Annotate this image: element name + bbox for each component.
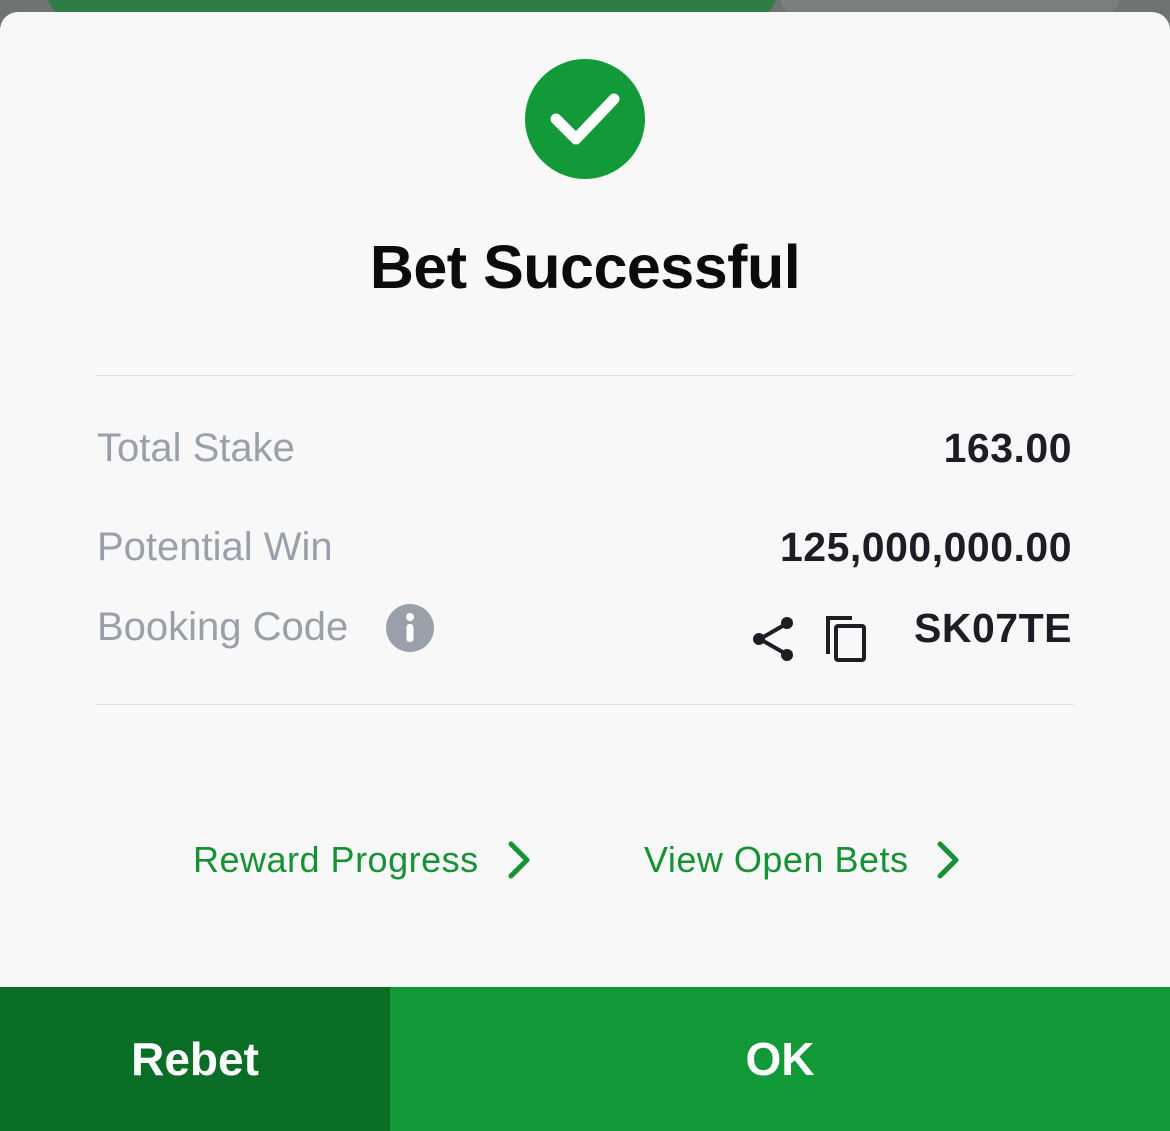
view-open-bets-link[interactable]: View Open Bets xyxy=(644,834,960,886)
copy-icon[interactable] xyxy=(822,614,870,664)
bet-success-sheet: Bet Successful Total Stake 163.00 Potent… xyxy=(0,12,1170,1131)
booking-code-label: Booking Code xyxy=(97,605,349,649)
chevron-right-icon xyxy=(508,841,530,879)
view-open-bets-label: View Open Bets xyxy=(644,839,909,880)
potential-win-value: 125,000,000.00 xyxy=(780,524,1072,570)
ok-button[interactable]: OK xyxy=(390,987,1170,1131)
share-icon[interactable] xyxy=(750,615,798,663)
chevron-right-icon xyxy=(937,841,959,879)
divider-bottom xyxy=(96,704,1074,705)
check-circle-icon xyxy=(525,59,645,179)
dialog-title: Bet Successful xyxy=(369,233,801,301)
total-stake-label: Total Stake xyxy=(97,426,295,470)
reward-progress-link[interactable]: Reward Progress xyxy=(193,834,531,886)
reward-progress-label: Reward Progress xyxy=(193,839,479,880)
divider-top xyxy=(96,375,1074,376)
rebet-button[interactable]: Rebet xyxy=(0,987,390,1131)
total-stake-value: 163.00 xyxy=(943,425,1072,471)
booking-code-value: SK07TE xyxy=(914,605,1072,651)
info-icon[interactable] xyxy=(386,604,434,652)
potential-win-label: Potential Win xyxy=(97,525,333,569)
